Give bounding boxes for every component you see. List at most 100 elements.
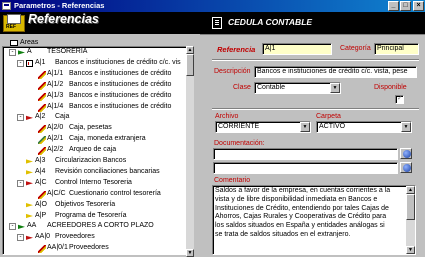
clase-select[interactable]: Contable ▼	[254, 82, 341, 94]
panel-top-rule	[200, 34, 425, 35]
tree-node-label: Objetivos Tesorería	[55, 200, 116, 208]
categoria-field[interactable]: Principal	[374, 43, 419, 55]
minimize-button[interactable]: _	[388, 1, 399, 11]
pencil-icon	[38, 103, 46, 112]
disponible-checkbox[interactable]: ✓	[395, 95, 404, 104]
maximize-button[interactable]: □	[400, 1, 411, 11]
close-button[interactable]: ×	[413, 1, 424, 11]
tree-node[interactable]: A TESORERIA	[27, 48, 87, 57]
chevron-down-icon[interactable]: ▼	[330, 83, 340, 93]
carpeta-select[interactable]: ACTIVO ▼	[316, 121, 412, 133]
tree-node[interactable]: A|2/1 Caja, moneda extranjera	[47, 135, 146, 144]
tree-node[interactable]: A|C/C Cuestionario control tesorería	[47, 190, 161, 199]
tree-node-label: Bancos e instituciones de crédito	[69, 80, 172, 88]
scroll-up-arrow-icon[interactable]: ▲	[406, 186, 415, 194]
pencil-icon	[38, 70, 46, 79]
pencil-icon	[38, 136, 46, 145]
tree-node[interactable]: A|3 Circularizacion Bancos	[35, 157, 126, 166]
collapse-toggle[interactable]: -	[9, 223, 16, 231]
tree-node[interactable]: A|C Control Interno Tesoreria	[35, 179, 132, 188]
tree-node[interactable]: AA|0/1Proveedores	[47, 244, 109, 253]
scroll-up-arrow-icon[interactable]: ▲	[186, 46, 194, 54]
collapse-toggle[interactable]: -	[17, 59, 24, 67]
carpeta-label: Carpeta	[316, 113, 341, 120]
tree-node[interactable]: A|4 Revisión conciliaciones bancarias	[35, 168, 160, 177]
chevron-down-icon[interactable]: ▼	[300, 122, 310, 132]
archivo-select[interactable]: CORRIENTE ▼	[215, 121, 311, 133]
tree-node-code: A|P	[35, 211, 47, 219]
comentario-text: Saldos a favor de la empresa, en cuentas…	[215, 187, 391, 238]
tree-node-code: A|2/1	[47, 135, 64, 143]
tree-node[interactable]: A|2/2 Arqueo de caja	[47, 146, 116, 155]
pencil-icon	[38, 81, 46, 90]
referencia-label: Referencia	[217, 45, 256, 54]
tree-node[interactable]: A|1/3 Bancos e instituciones de crédito	[47, 92, 171, 101]
yellow-flag-icon	[26, 202, 33, 208]
tree-node-label: Caja, moneda extranjera	[69, 135, 146, 143]
documentacion-field-2[interactable]	[213, 162, 398, 174]
red-flag-icon	[26, 181, 33, 186]
tree-node-code: A|2/2	[47, 146, 64, 154]
referencias-icon-text: REF	[6, 24, 16, 30]
tree-node-label: Bancos e instituciones de crédito	[69, 102, 172, 110]
tree-node-label: Programa de Tesorería	[55, 211, 127, 219]
tree-node-code: A|1/4	[47, 102, 64, 110]
tree-node[interactable]: A|2 Caja	[35, 113, 69, 122]
tree-node[interactable]: AA|0 Proveedores	[35, 233, 95, 242]
comentario-scrollbar[interactable]: ▲ ▼	[406, 186, 415, 254]
green-flag-icon	[18, 50, 25, 55]
tree-node[interactable]: A|1/1 Bancos e instituciones de crédito	[47, 70, 171, 79]
red-flag-icon	[26, 115, 33, 120]
collapse-toggle[interactable]: -	[9, 49, 16, 56]
tree-node[interactable]: A|2/0 Caja, pesetas	[47, 124, 112, 133]
tree-node-label: TESORERIA	[47, 48, 88, 55]
documentacion-field-1[interactable]	[213, 148, 398, 160]
tree-node[interactable]: A|1/2 Bancos e instituciones de crédito	[47, 81, 171, 90]
tree-node[interactable]: AA ACREEDORES A CORTO PLAZO	[27, 222, 154, 231]
descripcion-field[interactable]: Bancos e instituciones de crédito c/c. v…	[254, 66, 417, 78]
tree-scrollbar[interactable]: ▲ ▼	[186, 46, 194, 257]
pencil-icon	[38, 125, 46, 134]
referencia-field[interactable]: A|1	[262, 43, 332, 55]
descripcion-label: Descripción	[214, 68, 251, 75]
tree-node[interactable]: A|1 Bancos e instituciones de crédito c/c…	[35, 59, 181, 68]
tree-node-code: AA|0/1	[47, 244, 68, 252]
scroll-down-arrow-icon[interactable]: ▼	[186, 249, 194, 257]
tree-node-label: Caja	[55, 113, 70, 121]
tree-node-label: Proveedores	[69, 244, 109, 252]
chevron-down-icon[interactable]: ▼	[401, 122, 411, 132]
disponible-label: Disponible	[374, 84, 407, 91]
areas-tree[interactable]: - A TESORERIA - A|1 Bancos e instituciones de…	[2, 46, 193, 255]
tree-node-label: Control Interno Tesoreria	[55, 178, 132, 186]
tree-node[interactable]: A|1/4 Bancos e instituciones de crédito	[47, 103, 171, 112]
tree-root-label: Areas	[20, 39, 39, 46]
tree-node[interactable]: A|P Programa de Tesorería	[35, 212, 126, 221]
scroll-thumb[interactable]	[186, 54, 194, 76]
pencil-icon	[38, 245, 46, 254]
window-titlebar[interactable]: Parametros - Referencias _ □ ×	[0, 0, 425, 12]
yellow-flag-icon	[26, 213, 33, 219]
tree-node-code: A|1/3	[47, 91, 64, 99]
book-icon	[26, 59, 33, 67]
browse-globe-icon[interactable]	[400, 162, 412, 173]
comentario-textarea[interactable]: Saldos a favor de la empresa, en cuentas…	[212, 185, 416, 255]
pencil-icon	[38, 92, 46, 101]
scroll-down-arrow-icon[interactable]: ▼	[406, 246, 415, 254]
scroll-thumb[interactable]	[406, 194, 415, 220]
pencil-icon	[38, 147, 46, 156]
tree-node-code: AA	[27, 222, 37, 230]
collapse-toggle[interactable]: -	[17, 179, 24, 187]
collapse-toggle[interactable]: -	[17, 234, 24, 242]
green-flag-icon	[18, 224, 25, 229]
tree-node-code: A|4	[35, 167, 46, 175]
collapse-toggle[interactable]: -	[17, 114, 24, 122]
app-icon	[2, 2, 11, 10]
yellow-flag-icon	[26, 170, 33, 175]
tree-node-label: Bancos e instituciones de crédito c/c. v…	[55, 58, 181, 66]
tree-node[interactable]: A|O Objetivos Tesorería	[35, 201, 115, 210]
divider	[212, 108, 419, 110]
browse-globe-icon[interactable]	[400, 148, 412, 159]
pencil-icon	[38, 190, 46, 199]
yellow-flag-icon	[26, 159, 33, 164]
tree-node-code: A	[27, 48, 32, 55]
